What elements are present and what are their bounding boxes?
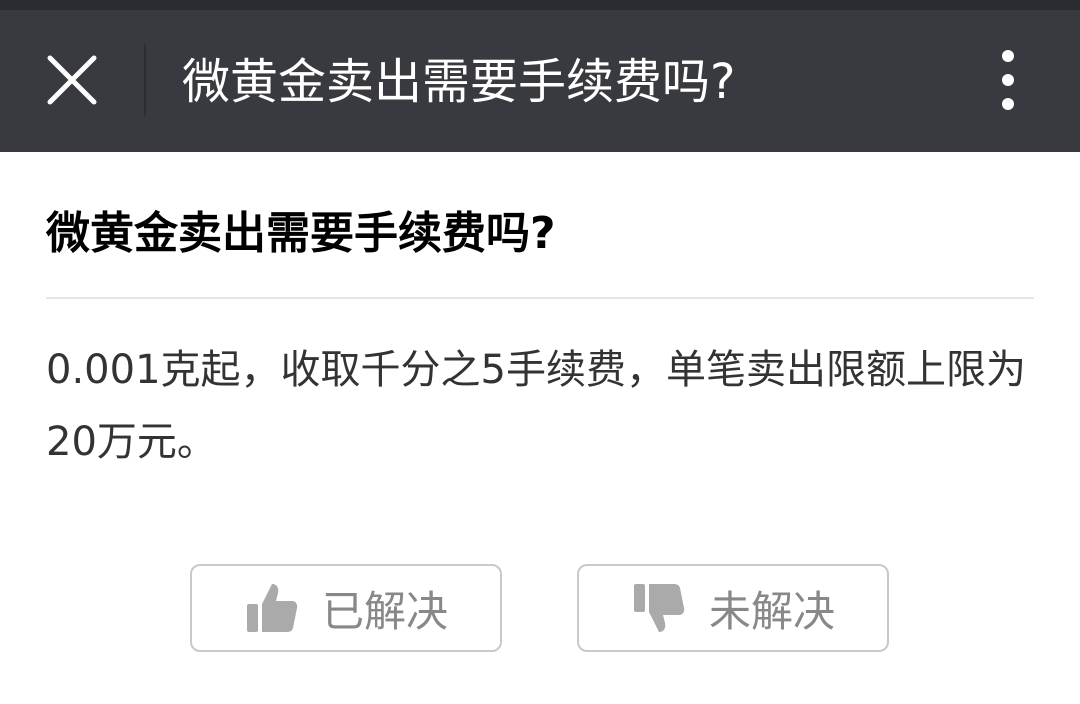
nav-divider [144,44,146,116]
article-body: 0.001克起，收取千分之5手续费，单笔卖出限额上限为20万元。 [46,347,1026,465]
close-icon [47,55,97,105]
navigation-bar: 微黄金卖出需要手续费吗? [0,10,1080,152]
title-divider [46,297,1034,299]
status-bar [0,0,1080,10]
unresolved-button[interactable]: 未解决 [577,564,889,652]
thumbs-up-icon [246,584,298,632]
more-vertical-icon [1002,50,1014,110]
more-options-button[interactable] [972,40,1044,120]
resolved-button[interactable]: 已解决 [190,564,502,652]
thumbs-down-icon [633,584,685,632]
nav-title: 微黄金卖出需要手续费吗? [182,54,736,110]
resolved-label: 已解决 [321,586,448,636]
article-title: 微黄金卖出需要手续费吗? [46,208,556,259]
unresolved-label: 未解决 [708,586,835,636]
content-area: 微黄金卖出需要手续费吗? 0.001克起，收取千分之5手续费，单笔卖出限额上限为… [0,152,1080,704]
close-button[interactable] [30,38,114,122]
